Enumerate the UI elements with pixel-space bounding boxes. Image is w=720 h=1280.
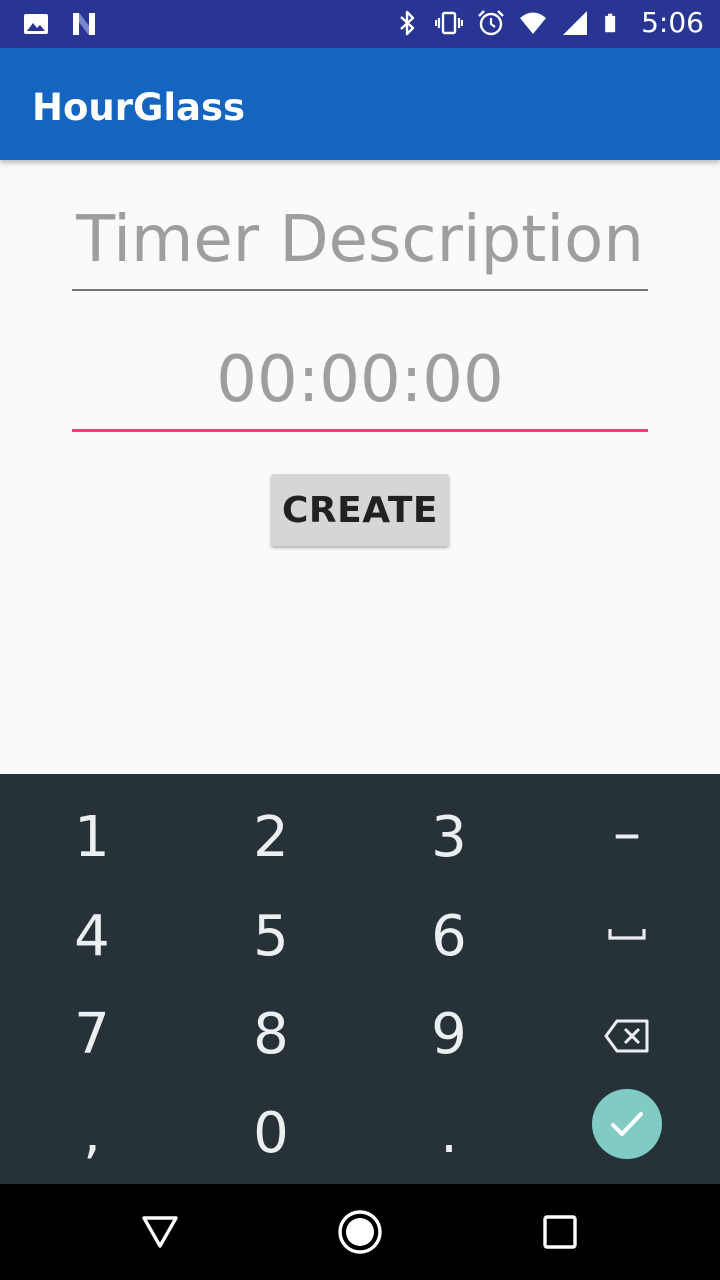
- bluetooth-icon: [400, 10, 415, 35]
- cell-signal-icon: [563, 10, 588, 35]
- key-5[interactable]: 5: [181, 887, 361, 987]
- key-2[interactable]: 2: [181, 788, 361, 888]
- recents-icon: [543, 1215, 577, 1249]
- space-icon: [608, 929, 646, 940]
- done-check-icon: [611, 1112, 643, 1136]
- create-button[interactable]: CREATE: [271, 474, 449, 546]
- key-7[interactable]: 7: [2, 985, 182, 1085]
- key-comma[interactable]: ,: [2, 1084, 182, 1184]
- timer-description-input[interactable]: Timer Description: [72, 198, 648, 291]
- navigation-bar: [0, 1184, 720, 1280]
- app-bar: HourGlass: [0, 48, 720, 160]
- key-period[interactable]: .: [359, 1084, 539, 1184]
- numeric-keyboard: 1 2 3 – 4 5 6 7 8 9 , 0 .: [0, 774, 720, 1184]
- back-button[interactable]: [136, 1208, 184, 1256]
- back-icon: [142, 1216, 178, 1248]
- home-icon: [338, 1210, 382, 1254]
- backspace-key[interactable]: [580, 999, 674, 1073]
- image-icon: [24, 14, 48, 34]
- wifi-icon: [520, 12, 547, 34]
- key-minus[interactable]: –: [537, 784, 717, 884]
- done-button[interactable]: [592, 1089, 662, 1159]
- timer-duration-input[interactable]: 00:00:00: [72, 338, 648, 432]
- backspace-icon: [604, 1019, 649, 1053]
- key-4[interactable]: 4: [2, 887, 182, 987]
- key-0[interactable]: 0: [181, 1084, 361, 1184]
- key-8[interactable]: 8: [181, 985, 361, 1085]
- status-time: 5:06: [641, 6, 704, 39]
- key-6[interactable]: 6: [359, 887, 539, 987]
- home-button[interactable]: [336, 1208, 384, 1256]
- key-3[interactable]: 3: [359, 788, 539, 888]
- vibrate-icon: [435, 11, 464, 34]
- battery-icon: [605, 13, 616, 32]
- status-bar: 5:06: [0, 0, 720, 48]
- n-notification-icon: [73, 13, 95, 35]
- alarm-icon: [478, 9, 504, 35]
- key-9[interactable]: 9: [359, 985, 539, 1085]
- app-title: HourGlass: [32, 86, 246, 129]
- key-1[interactable]: 1: [2, 788, 182, 888]
- space-key[interactable]: [560, 899, 694, 969]
- recents-button[interactable]: [536, 1208, 584, 1256]
